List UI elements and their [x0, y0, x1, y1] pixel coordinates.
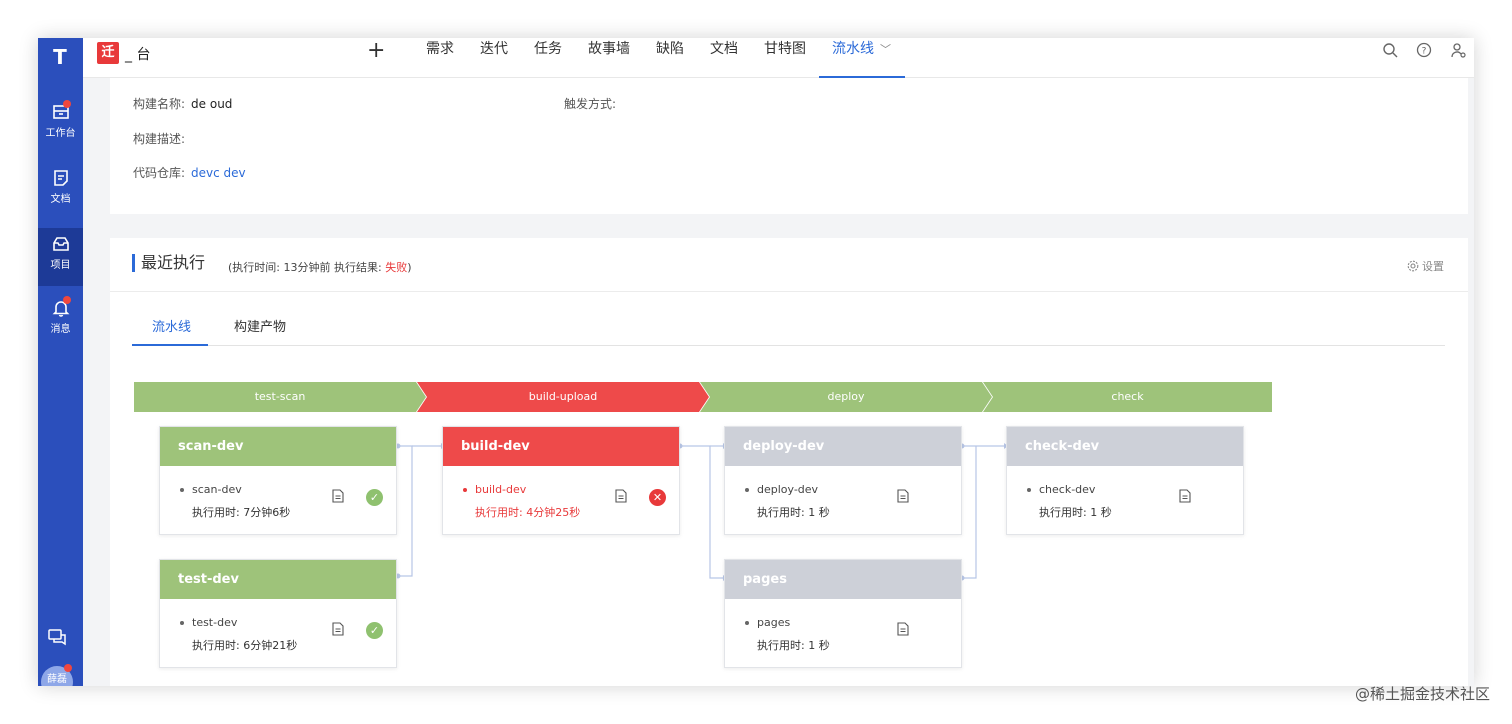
duration-label: 执行用时: [1039, 506, 1087, 519]
project-icon [52, 237, 69, 251]
trigger-field: 触发方式: [564, 95, 622, 112]
job-title: test-dev [160, 560, 396, 599]
tab-story-wall[interactable]: 故事墙 [575, 38, 643, 78]
job-step: pages [745, 616, 790, 629]
job-title: scan-dev [160, 427, 396, 466]
job-title: deploy-dev [725, 427, 961, 466]
job-duration: 执行用时: 1 秒 [1039, 504, 1112, 520]
tab-pipeline-label: 流水线 [832, 41, 874, 57]
duration-value: 7分钟6秒 [243, 506, 291, 519]
chevron-down-icon: ﹀ [880, 43, 891, 56]
job-card-test-dev[interactable]: test-dev test-dev 执行用时: 6分钟21秒 ✓ [159, 559, 397, 668]
rail-label: 项目 [50, 260, 71, 271]
job-card-pages[interactable]: pages pages 执行用时: 1 秒 [724, 559, 962, 668]
rail-label: 文档 [50, 194, 71, 205]
rail-item-docs[interactable]: 文档 [38, 162, 83, 220]
top-nav: 迁 _ 台 + 需求 迭代 任务 故事墙 缺陷 文档 甘特图 流水线 ﹀ ? [83, 38, 1474, 78]
rail-item-workbench[interactable]: 工作台 [38, 96, 83, 154]
chat-icon[interactable] [46, 626, 68, 648]
job-duration: 执行用时: 1 秒 [757, 504, 830, 520]
watermark: @稀土掘金技术社区 [1354, 685, 1490, 703]
project-name[interactable]: _ 台 [125, 44, 150, 64]
success-check-icon: ✓ [366, 622, 383, 639]
log-file-icon[interactable] [1179, 489, 1191, 503]
search-icon[interactable] [1382, 42, 1398, 58]
job-step: deploy-dev [745, 483, 818, 496]
nav-tabs: 需求 迭代 任务 故事墙 缺陷 文档 甘特图 流水线 ﹀ [413, 38, 905, 78]
build-name-value: de oud [191, 97, 233, 111]
rail-item-messages[interactable]: 消息 [38, 292, 83, 350]
duration-value: 1 秒 [808, 506, 830, 519]
duration-label: 执行用时: [475, 506, 523, 519]
job-card-scan-dev[interactable]: scan-dev scan-dev 执行用时: 7分钟6秒 ✓ [159, 426, 397, 535]
log-file-icon[interactable] [897, 489, 909, 503]
log-file-icon[interactable] [615, 489, 627, 503]
repo-label: 代码仓库: [133, 166, 186, 180]
job-duration: 执行用时: 4分钟25秒 [475, 504, 580, 520]
repo-link[interactable]: devc dev [191, 166, 246, 180]
duration-label: 执行用时: [192, 639, 240, 652]
duration-value: 1 秒 [808, 639, 830, 652]
tab-defects[interactable]: 缺陷 [643, 38, 697, 78]
rail-label: 消息 [50, 324, 71, 335]
duration-value: 1 秒 [1090, 506, 1112, 519]
user-settings-icon[interactable] [1450, 42, 1466, 58]
notification-dot [63, 100, 71, 108]
rail-item-project[interactable]: 项目 [38, 228, 83, 286]
duration-label: 执行用时: [757, 639, 805, 652]
tab-docs[interactable]: 文档 [697, 38, 751, 78]
success-check-icon: ✓ [366, 489, 383, 506]
notification-dot [64, 664, 72, 672]
app-window: T 工作台 文档 项目 消息 薛磊 迁 _ 台 + 需求 迭代 任务 故事墙 缺… [38, 38, 1474, 686]
job-step: build-dev [463, 483, 526, 496]
trigger-label: 触发方式: [564, 97, 617, 111]
repo-field: 代码仓库: devc dev [133, 164, 246, 181]
log-file-icon[interactable] [897, 622, 909, 636]
job-duration: 执行用时: 6分钟21秒 [192, 637, 297, 653]
job-card-build-dev[interactable]: build-dev build-dev 执行用时: 4分钟25秒 ✕ [442, 426, 680, 535]
job-title: check-dev [1007, 427, 1243, 466]
notification-dot [63, 296, 71, 304]
recent-execution-card: 最近执行 (执行时间: 13分钟前 执行结果: 失败) 设置 流水线 构建产物 … [110, 238, 1468, 686]
brand-badge: 迁 [97, 42, 119, 64]
duration-value: 6分钟21秒 [243, 639, 298, 652]
log-file-icon[interactable] [332, 489, 344, 503]
help-icon[interactable]: ? [1416, 42, 1432, 58]
job-title: pages [725, 560, 961, 599]
tab-gantt[interactable]: 甘特图 [751, 38, 819, 78]
top-actions: ? [1382, 42, 1466, 58]
job-step: scan-dev [180, 483, 242, 496]
job-card-check-dev[interactable]: check-dev check-dev 执行用时: 1 秒 [1006, 426, 1244, 535]
build-name-label: 构建名称: [133, 97, 186, 111]
failed-x-icon: ✕ [649, 489, 666, 506]
duration-label: 执行用时: [757, 506, 805, 519]
job-duration: 执行用时: 7分钟6秒 [192, 504, 290, 520]
tab-tasks[interactable]: 任务 [521, 38, 575, 78]
duration-label: 执行用时: [192, 506, 240, 519]
build-info-card: 构建名称: de oud 触发方式: 构建描述: 代码仓库: devc dev [110, 78, 1468, 214]
tab-pipeline[interactable]: 流水线 ﹀ [819, 38, 905, 78]
app-logo[interactable]: T [46, 44, 74, 70]
tab-requirements[interactable]: 需求 [413, 38, 467, 78]
log-file-icon[interactable] [332, 622, 344, 636]
job-step: check-dev [1027, 483, 1095, 496]
tab-iterations[interactable]: 迭代 [467, 38, 521, 78]
job-step: test-dev [180, 616, 237, 629]
doc-icon [53, 170, 68, 186]
duration-value: 4分钟25秒 [526, 506, 581, 519]
job-card-deploy-dev[interactable]: deploy-dev deploy-dev 执行用时: 1 秒 [724, 426, 962, 535]
job-duration: 执行用时: 1 秒 [757, 637, 830, 653]
build-desc-field: 构建描述: [133, 130, 191, 147]
build-name-field: 构建名称: de oud [133, 95, 232, 112]
job-title: build-dev [443, 427, 679, 466]
left-rail: T 工作台 文档 项目 消息 薛磊 [38, 38, 83, 686]
svg-text:?: ? [1422, 47, 1427, 57]
build-desc-label: 构建描述: [133, 132, 186, 146]
rail-label: 工作台 [45, 128, 76, 139]
add-icon[interactable]: + [367, 38, 385, 63]
